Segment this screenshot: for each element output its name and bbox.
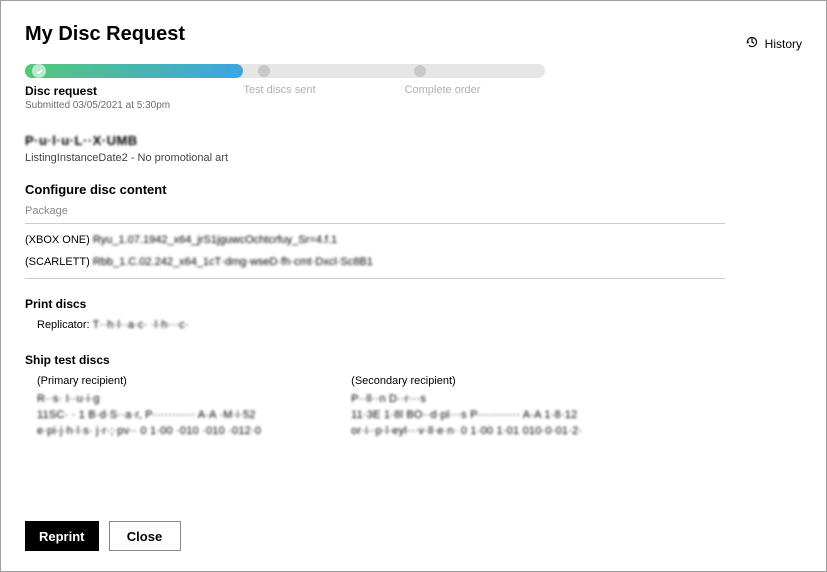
configure-heading: Configure disc content: [25, 182, 802, 197]
primary-addr: 11SC· · 1 B·d·S··a·r, P··········· A·A ·…: [37, 409, 261, 421]
package-label: Package: [25, 205, 802, 217]
progress-step1-label: Disc request: [25, 84, 243, 98]
package-row: (XBOX ONE) Ryu_1.07.1942_x64_jrS1jguwcOc…: [25, 234, 802, 246]
progress-bar: Disc request Submitted 03/05/2021 at 5:3…: [25, 64, 545, 111]
package-name: Rbb_1.C.02.242_x64_1cT·dmg·wseD·fh·cmt·D…: [93, 256, 373, 268]
progress-step2-dot: [258, 65, 270, 77]
progress-step2-label: Test discs sent: [243, 84, 404, 111]
primary-contact: e·pi·j·h·l·s· j·r·;·pv·· 0 1·00 ·010 ·01…: [37, 425, 261, 437]
ship-heading: Ship test discs: [25, 353, 802, 367]
secondary-name: P··ll··n D··r···s: [351, 393, 582, 405]
divider: [25, 278, 725, 279]
primary-recipient: (Primary recipient) R··s· I··u·i·g 11SC·…: [37, 375, 261, 441]
primary-label: (Primary recipient): [37, 375, 261, 387]
print-heading: Print discs: [25, 297, 802, 311]
package-prefix: (XBOX ONE): [25, 234, 93, 246]
product-title: P·u·l·u·L··X·UMB: [25, 133, 802, 148]
secondary-contact: or·i··p·l·eyl···v·ll·e·n· 0 1·00 1·01 01…: [351, 425, 582, 437]
package-name: Ryu_1.07.1942_x64_jrS1jguwcOchtcrfuy_Sr=…: [93, 234, 337, 246]
progress-step3-dot: [414, 65, 426, 77]
page-title: My Disc Request: [25, 23, 185, 46]
secondary-label: (Secondary recipient): [351, 375, 582, 387]
history-label: History: [765, 37, 802, 51]
secondary-addr: 11·3E 1·8l BO··d·pl···s P··········· A·A…: [351, 409, 582, 421]
progress-step3-label: Complete order: [405, 84, 481, 111]
primary-name: R··s· I··u·i·g: [37, 393, 261, 405]
package-row: (SCARLETT) Rbb_1.C.02.242_x64_1cT·dmg·ws…: [25, 256, 802, 268]
reprint-button[interactable]: Reprint: [25, 521, 99, 551]
listing-line: ListingInstanceDate2 - No promotional ar…: [25, 152, 802, 164]
replicator-value: T··h·l··a·c· ·l·h···c·: [93, 319, 189, 331]
secondary-recipient: (Secondary recipient) P··ll··n D··r···s …: [351, 375, 582, 441]
history-link[interactable]: History: [745, 35, 802, 52]
divider: [25, 223, 725, 224]
replicator-line: Replicator: T··h·l··a·c· ·l·h···c·: [37, 319, 802, 331]
history-icon: [745, 35, 759, 52]
replicator-label: Replicator:: [37, 319, 93, 331]
progress-step1-dot: [32, 64, 46, 78]
progress-step1-sub: Submitted 03/05/2021 at 5:30pm: [25, 100, 243, 111]
close-button[interactable]: Close: [109, 521, 181, 551]
package-prefix: (SCARLETT): [25, 256, 93, 268]
